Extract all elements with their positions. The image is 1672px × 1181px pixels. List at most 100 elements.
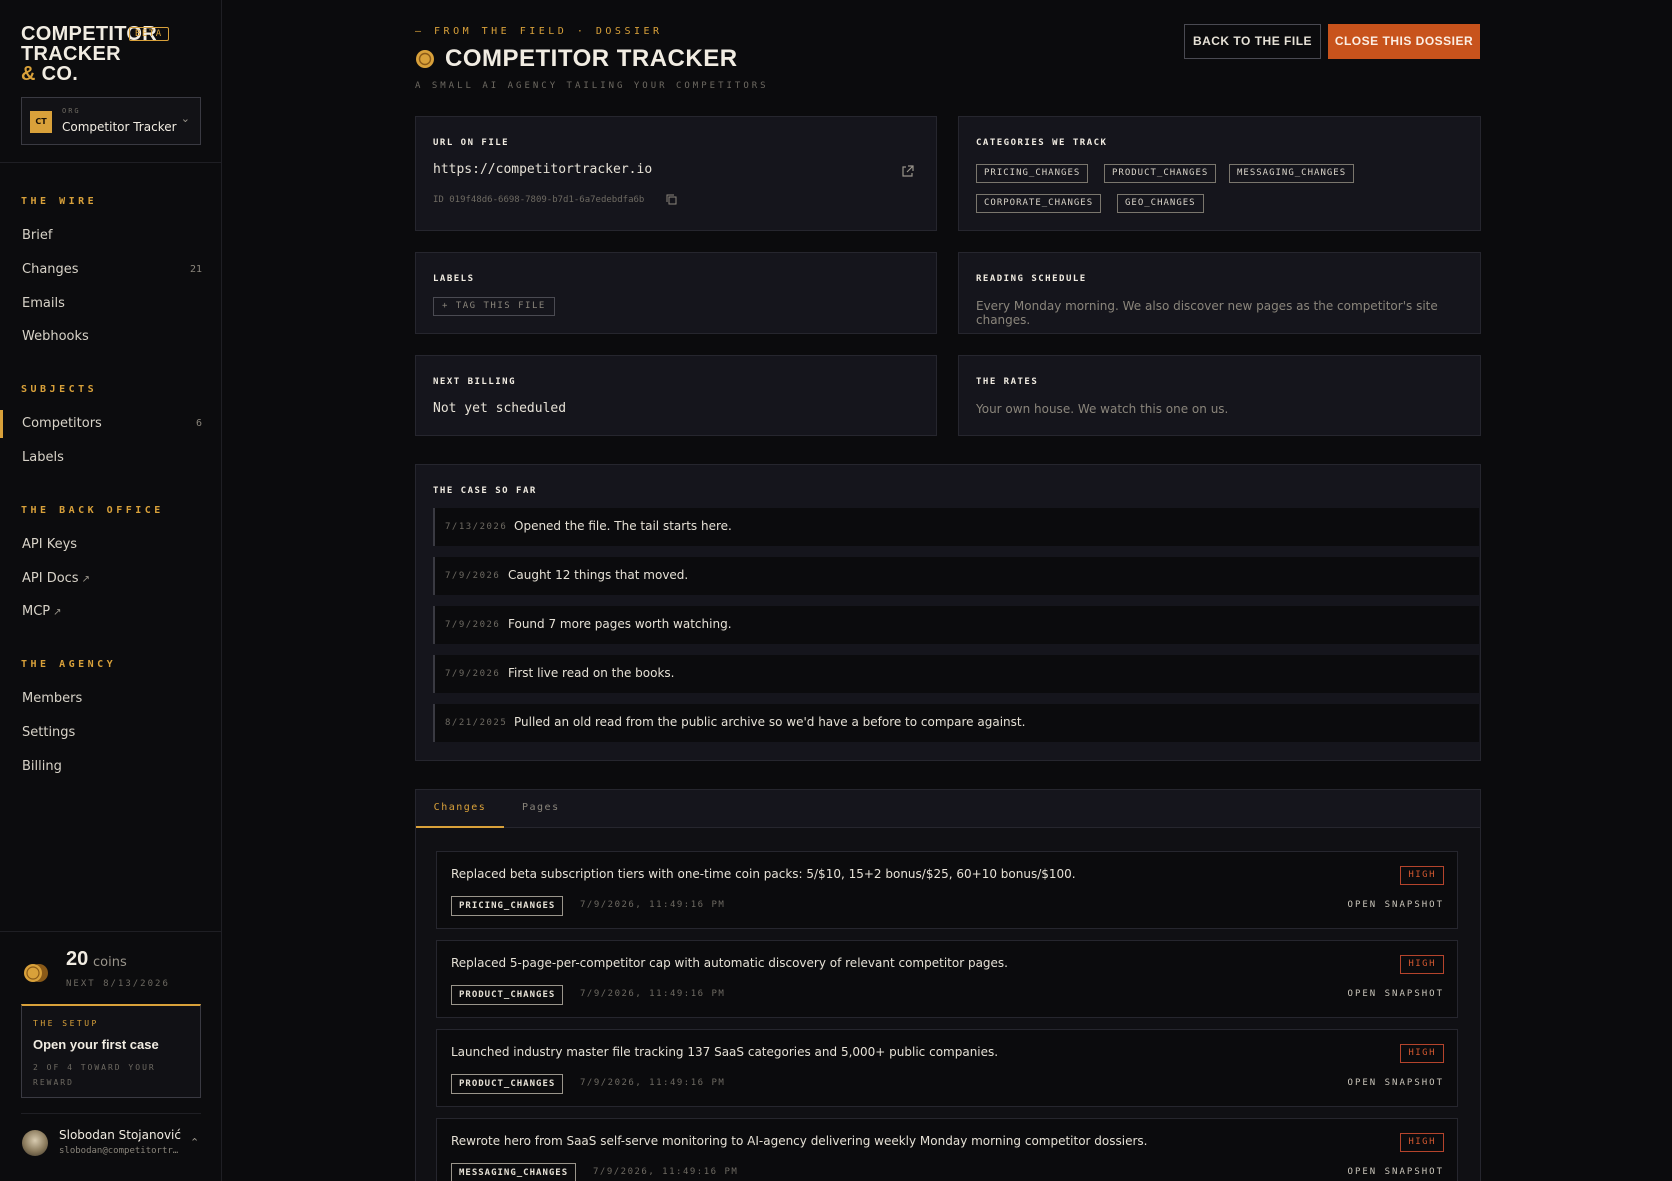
card-label: LABELS	[433, 274, 475, 284]
sidebar-item-label: API Docs	[22, 571, 79, 586]
avatar[interactable]	[22, 1130, 48, 1156]
sidebar-item-api-docs[interactable]: API Docs ↗	[22, 568, 202, 590]
open-snapshot-link[interactable]: OPEN SNAPSHOT	[1348, 900, 1444, 910]
sidebar-divider	[0, 162, 222, 163]
timeline-date: 7/9/2026	[445, 571, 501, 581]
change-timestamp: 7/9/2026, 11:49:16 PM	[580, 900, 726, 910]
sidebar-item-emails[interactable]: Emails	[22, 293, 202, 315]
sidebar-item-label: Billing	[22, 759, 62, 774]
copy-icon[interactable]	[666, 194, 677, 205]
change-item[interactable]: Launched industry master file tracking 1…	[436, 1029, 1458, 1107]
sidebar-item-labels[interactable]: Labels	[22, 447, 202, 469]
setup-card[interactable]: THE SETUP Open your first case 2 OF 4 TO…	[21, 1004, 201, 1098]
sidebar-item-mcp[interactable]: MCP ↗	[22, 601, 202, 623]
timeline-item: 8/21/2025 Pulled an old read from the pu…	[433, 704, 1479, 742]
card-label: READING SCHEDULE	[976, 274, 1087, 284]
change-item[interactable]: Replaced 5-page-per-competitor cap with …	[436, 940, 1458, 1018]
timeline-item: 7/9/2026 First live read on the books.	[433, 655, 1479, 693]
card-label: CATEGORIES WE TRACK	[976, 138, 1108, 148]
timeline-text: Pulled an old read from the public archi…	[514, 715, 1026, 729]
page-title: COMPETITOR TRACKER	[445, 45, 738, 72]
billing-card: NEXT BILLING Not yet scheduled	[415, 355, 937, 436]
categories-card: CATEGORIES WE TRACK PRICING_CHANGES PROD…	[958, 116, 1481, 231]
chevron-up-icon[interactable]: ⌃	[190, 1136, 199, 1149]
timeline-date: 7/9/2026	[445, 620, 501, 630]
card-label: URL ON FILE	[433, 138, 510, 148]
change-timestamp: 7/9/2026, 11:49:16 PM	[580, 1078, 726, 1088]
change-item[interactable]: Replaced beta subscription tiers with on…	[436, 851, 1458, 929]
org-name: Competitor Tracker	[62, 120, 177, 134]
coins-icon	[24, 964, 48, 982]
sidebar-item-api-keys[interactable]: API Keys	[22, 534, 202, 556]
competitor-url[interactable]: https://competitortracker.io	[433, 162, 652, 177]
timeline-text: Caught 12 things that moved.	[508, 568, 689, 582]
user-name[interactable]: Slobodan Stojanović	[59, 1128, 181, 1142]
change-description: Rewrote hero from SaaS self-serve monito…	[451, 1134, 1148, 1148]
user-email: slobodan@competitortr…	[59, 1146, 179, 1156]
page-subtitle: A SMALL AI AGENCY TAILING YOUR COMPETITO…	[415, 81, 769, 91]
section-title-back-office: THE BACK OFFICE	[21, 505, 164, 516]
schedule-text: Every Monday morning. We also discover n…	[976, 299, 1438, 327]
severity-badge: HIGH	[1400, 1044, 1444, 1063]
severity-badge: HIGH	[1400, 866, 1444, 885]
section-title-wire: THE WIRE	[21, 196, 98, 207]
category-tag: PRICING_CHANGES	[976, 164, 1089, 183]
sidebar-item-label: API Keys	[22, 537, 78, 552]
sidebar-item-label: MCP	[22, 604, 51, 619]
sidebar-item-label: Settings	[22, 725, 76, 740]
open-snapshot-link[interactable]: OPEN SNAPSHOT	[1348, 989, 1444, 999]
brand-line-3: CO.	[41, 63, 79, 85]
sidebar-item-competitors[interactable]: Competitors 6	[22, 413, 202, 435]
sidebar-item-members[interactable]: Members	[22, 688, 202, 710]
brand-amp: &	[21, 63, 36, 85]
sidebar-divider	[0, 931, 222, 932]
category-tag: PRODUCT_CHANGES	[1104, 164, 1217, 183]
change-description: Replaced beta subscription tiers with on…	[451, 867, 1076, 881]
timeline-date: 7/13/2026	[445, 522, 508, 532]
back-to-file-button[interactable]: BACK TO THE FILE	[1184, 24, 1321, 59]
sidebar-item-billing[interactable]: Billing	[22, 756, 202, 778]
sidebar-item-label: Webhooks	[22, 329, 89, 344]
setup-title: Open your first case	[33, 1037, 159, 1052]
sidebar-item-brief[interactable]: Brief	[22, 225, 202, 247]
changes-count: 21	[189, 264, 202, 275]
chevron-down-icon: ⌄	[180, 112, 190, 125]
schedule-card: READING SCHEDULE Every Monday morning. W…	[958, 252, 1481, 334]
setup-kicker: THE SETUP	[33, 1019, 99, 1028]
open-snapshot-link[interactable]: OPEN SNAPSHOT	[1348, 1078, 1444, 1088]
case-timeline: THE CASE SO FAR 7/13/2026 Opened the fil…	[415, 464, 1481, 761]
sidebar-item-webhooks[interactable]: Webhooks	[22, 326, 202, 348]
sidebar-divider	[21, 1113, 201, 1114]
tab-changes[interactable]: Changes	[416, 790, 504, 828]
sidebar-item-label: Brief	[22, 228, 53, 243]
page-kicker: — FROM THE FIELD · DOSSIER	[415, 26, 663, 37]
category-tag: MESSAGING_CHANGES	[1229, 164, 1355, 183]
change-timestamp: 7/9/2026, 11:49:16 PM	[593, 1167, 739, 1177]
billing-text: Not yet scheduled	[433, 401, 567, 416]
sidebar-item-changes[interactable]: Changes 21	[22, 259, 202, 281]
change-category: PRODUCT_CHANGES	[451, 1074, 564, 1094]
coin-balance: 20	[66, 948, 89, 970]
tag-file-button[interactable]: + TAG THIS FILE	[433, 297, 555, 316]
sidebar-item-label: Members	[22, 691, 83, 706]
open-snapshot-link[interactable]: OPEN SNAPSHOT	[1348, 1167, 1444, 1177]
coin-unit: coins	[93, 955, 127, 970]
change-category: PRICING_CHANGES	[451, 896, 564, 916]
org-switcher[interactable]: CT ORG Competitor Tracker ⌄	[21, 97, 201, 145]
timeline-item: 7/9/2026 Found 7 more pages worth watchi…	[433, 606, 1479, 644]
close-dossier-button[interactable]: CLOSE THIS DOSSIER	[1328, 24, 1480, 59]
section-title-agency: THE AGENCY	[21, 659, 117, 670]
card-label: THE CASE SO FAR	[433, 486, 537, 496]
file-id: ID 019f48d6-6698-7809-b7d1-6a7edebdfa6b	[433, 195, 645, 205]
tab-pages[interactable]: Pages	[522, 790, 560, 828]
external-link-icon[interactable]	[901, 165, 914, 178]
change-category: PRODUCT_CHANGES	[451, 985, 564, 1005]
category-tag: GEO_CHANGES	[1117, 194, 1204, 213]
change-item[interactable]: Rewrote hero from SaaS self-serve monito…	[436, 1118, 1458, 1181]
sidebar-item-settings[interactable]: Settings	[22, 722, 202, 744]
severity-badge: HIGH	[1400, 955, 1444, 974]
active-indicator	[0, 410, 3, 438]
change-description: Launched industry master file tracking 1…	[451, 1045, 999, 1059]
sidebar-item-label: Labels	[22, 450, 64, 465]
sidebar-item-label: Emails	[22, 296, 65, 311]
